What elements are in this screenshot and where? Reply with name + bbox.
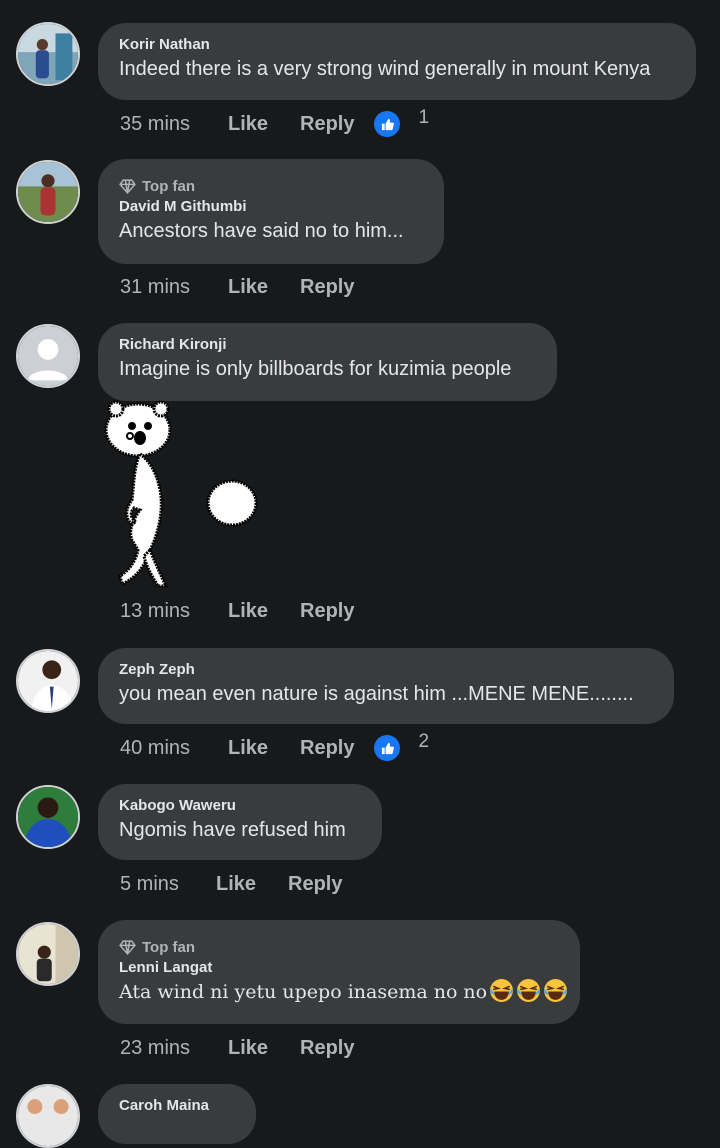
- comment-bubble[interactable]: Richard Kironji Imagine is only billboar…: [98, 323, 557, 401]
- commenter-name[interactable]: Zeph Zeph: [119, 660, 652, 680]
- top-fan-badge: Top fan: [119, 936, 558, 958]
- comment-text: Ancestors have said no to him...: [119, 220, 404, 242]
- comment-text: Indeed there is a very strong wind gener…: [119, 58, 651, 80]
- like-button[interactable]: Like: [228, 737, 300, 760]
- commenter-name[interactable]: David M Githumbi: [119, 197, 422, 217]
- comment-time: 31 mins: [120, 275, 191, 298]
- comment-actions: 40 mins Like Reply 2: [120, 731, 429, 763]
- commenter-name[interactable]: Kabogo Waweru: [119, 796, 360, 816]
- like-button[interactable]: Like: [228, 276, 300, 299]
- comment-time: 40 mins: [120, 736, 191, 759]
- like-reaction-icon: [374, 111, 401, 137]
- comment-bubble[interactable]: Caroh Maina: [98, 1084, 256, 1144]
- diamond-icon: [119, 178, 136, 194]
- top-fan-badge: Top fan: [119, 175, 422, 197]
- comment-actions: 23 mins Like Reply: [120, 1033, 354, 1063]
- comment-text: Ngomis have refused him: [119, 819, 346, 841]
- commenter-name[interactable]: Richard Kironji: [119, 335, 535, 355]
- avatar[interactable]: [16, 785, 80, 849]
- avatar[interactable]: [16, 160, 80, 224]
- top-fan-label: Top fan: [142, 177, 196, 195]
- reply-button[interactable]: Reply: [300, 113, 354, 136]
- comment-text-row: Ata wind ni yetu upepo inasema no no: [119, 978, 568, 1006]
- commenter-name[interactable]: Lenni Langat: [119, 958, 558, 978]
- comment-text: Ata wind ni yetu upepo inasema no no: [119, 981, 488, 1003]
- comment-actions: 31 mins Like Reply: [120, 272, 354, 302]
- reaction-count: 2: [418, 731, 430, 752]
- commenter-name[interactable]: Korir Nathan: [119, 35, 674, 55]
- comment-time: 35 mins: [120, 112, 191, 135]
- top-fan-label: Top fan: [142, 938, 196, 956]
- comment-bubble[interactable]: Korir Nathan Indeed there is a very stro…: [98, 23, 696, 100]
- avatar[interactable]: [16, 649, 80, 713]
- commenter-name[interactable]: Caroh Maina: [119, 1096, 234, 1116]
- comment-time: 13 mins: [120, 599, 191, 622]
- comment-bubble[interactable]: Kabogo Waweru Ngomis have refused him: [98, 784, 382, 860]
- comment-actions: 13 mins Like Reply: [120, 596, 354, 626]
- avatar[interactable]: [16, 22, 80, 86]
- avatar[interactable]: [16, 1084, 80, 1148]
- like-button[interactable]: Like: [216, 873, 288, 896]
- comment-actions: 35 mins Like Reply 1: [120, 107, 429, 139]
- like-button[interactable]: Like: [228, 1037, 300, 1060]
- avatar[interactable]: [16, 324, 80, 388]
- bear-sticker[interactable]: [100, 400, 270, 592]
- comment-bubble[interactable]: Top fan Lenni Langat Ata wind ni yetu up…: [98, 920, 580, 1024]
- like-button[interactable]: Like: [228, 600, 300, 623]
- reaction-summary[interactable]: 1: [374, 107, 429, 137]
- like-button[interactable]: Like: [228, 113, 300, 136]
- comment-time: 23 mins: [120, 1036, 191, 1059]
- reply-button[interactable]: Reply: [300, 600, 354, 623]
- reply-button[interactable]: Reply: [300, 276, 354, 299]
- comment-text: you mean even nature is against him ...M…: [119, 683, 634, 705]
- comment-bubble[interactable]: Top fan David M Githumbi Ancestors have …: [98, 159, 444, 264]
- diamond-icon: [119, 939, 136, 955]
- comment-text: Imagine is only billboards for kuzimia p…: [119, 358, 512, 380]
- reply-button[interactable]: Reply: [288, 873, 342, 896]
- reply-button[interactable]: Reply: [300, 1037, 354, 1060]
- reply-button[interactable]: Reply: [300, 737, 354, 760]
- comment-actions: 5 mins Like Reply: [120, 869, 342, 899]
- reaction-count: 1: [418, 107, 430, 128]
- like-reaction-icon: [374, 735, 401, 761]
- reaction-summary[interactable]: 2: [374, 731, 429, 761]
- comment-time: 5 mins: [120, 872, 179, 895]
- comment-bubble[interactable]: Zeph Zeph you mean even nature is agains…: [98, 648, 674, 724]
- avatar[interactable]: [16, 922, 80, 986]
- laughing-emoji: [487, 979, 568, 1003]
